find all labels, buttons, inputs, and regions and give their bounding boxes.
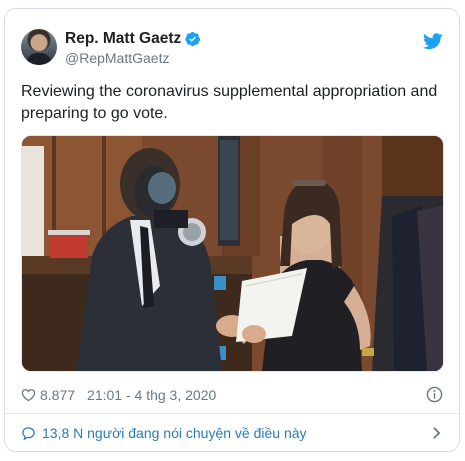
photo-illustration	[22, 136, 443, 371]
chevron-right-icon[interactable]	[432, 426, 441, 440]
author-name[interactable]: Rep. Matt Gaetz	[65, 30, 181, 48]
tweet-text: Reviewing the coronavirus supplemental a…	[21, 83, 438, 122]
author-handle[interactable]: @RepMattGaetz	[65, 50, 201, 66]
embedded-tweet-card[interactable]: Rep. Matt Gaetz @RepMattGaetz Reviewing …	[4, 8, 460, 452]
verified-badge-icon	[185, 31, 201, 46]
tweet-meta: 8.877 21:01 - 4 thg 3, 2020	[21, 385, 443, 405]
info-icon[interactable]	[426, 386, 443, 403]
heart-icon[interactable]	[21, 388, 36, 402]
conversation-link[interactable]: 13,8 N người đang nói chuyện về điều này	[21, 423, 443, 443]
author-block: Rep. Matt Gaetz @RepMattGaetz	[65, 29, 201, 66]
author-avatar[interactable]	[21, 29, 57, 65]
speech-bubble-icon	[22, 426, 35, 440]
twitter-bird-icon[interactable]	[423, 33, 443, 50]
like-count[interactable]: 8.877	[40, 387, 75, 403]
tweet-header: Rep. Matt Gaetz @RepMattGaetz	[21, 29, 443, 69]
tweet-timestamp[interactable]: 21:01 - 4 thg 3, 2020	[87, 387, 216, 403]
conversation-link-text[interactable]: 13,8 N người đang nói chuyện về điều này	[42, 425, 307, 441]
tweet-photo[interactable]	[21, 135, 444, 372]
card-divider	[5, 413, 459, 414]
